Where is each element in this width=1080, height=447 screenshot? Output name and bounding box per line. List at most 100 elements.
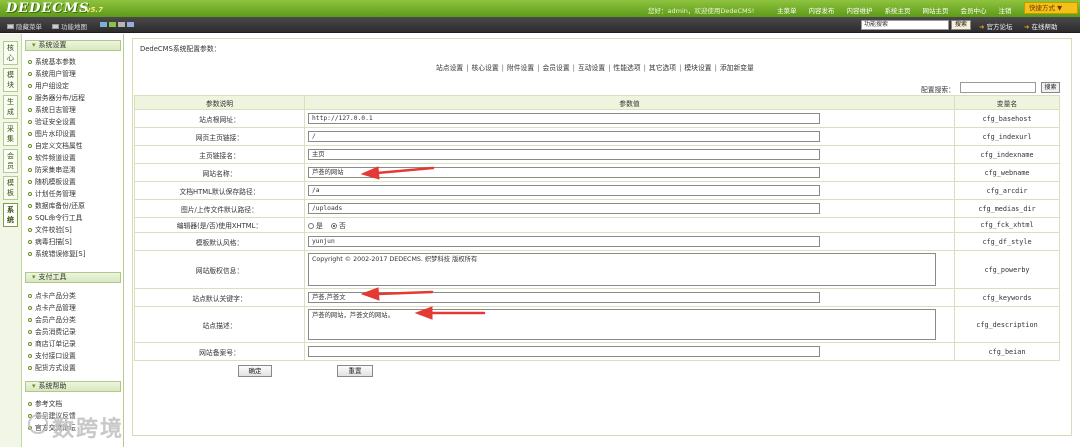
nav-member-center[interactable]: 会员中心 (955, 3, 993, 17)
skin-green-icon[interactable] (109, 22, 116, 27)
indexurl-input[interactable]: / (308, 131, 820, 142)
chevron-down-icon: ▾ (32, 41, 36, 49)
skin-lightblue-icon[interactable] (127, 22, 134, 27)
row-label: 文档HTML默认保存路径： (134, 181, 305, 200)
tab-add-variable[interactable]: 添加新变量 (720, 64, 754, 72)
arcdir-input[interactable]: /a (308, 185, 820, 196)
row-var: cfg_webname (954, 163, 1060, 182)
sidebar-item-label: 参考文档 (35, 400, 63, 408)
powerby-textarea[interactable]: Copyright © 2002-2017 DEDECMS. 织梦科技 版权所有 (308, 253, 936, 286)
vtab-module[interactable]: 模块 (3, 68, 18, 92)
tab-performance[interactable]: 性能选项 (613, 64, 640, 72)
sidebar-item[interactable]: 支付接口设置 (28, 350, 76, 360)
function-search-input[interactable]: 功能搜索 (861, 20, 949, 30)
xhtml-yes-radio[interactable] (308, 223, 314, 229)
nav-main-menu[interactable]: 主菜单 (771, 3, 803, 17)
group-payment-tools[interactable]: ▾ 支付工具 (25, 272, 121, 283)
row-var: cfg_medias_dir (954, 199, 1060, 218)
sidebar-item[interactable]: 数据库备份/还原 (28, 200, 85, 210)
tab-core[interactable]: 核心设置 (471, 64, 498, 72)
sidebar-item[interactable]: 配货方式设置 (28, 362, 76, 372)
function-map-link[interactable]: 功能地图 (52, 21, 87, 31)
sidebar-item-label: 软件频道设置 (35, 154, 76, 162)
webname-input[interactable]: 芦荟的网站 (308, 167, 820, 178)
sidebar-item[interactable]: 点卡产品管理 (28, 302, 76, 312)
bullet-icon (28, 294, 32, 298)
skin-gray-icon[interactable] (118, 22, 125, 27)
bullet-icon (28, 342, 32, 346)
vtab-generate[interactable]: 生成 (3, 95, 18, 119)
sidebar-item-label: 图片水印设置 (35, 130, 76, 138)
bullet-icon (28, 192, 32, 196)
group-system-settings[interactable]: ▾ 系统设置 (25, 40, 121, 51)
basehost-input[interactable]: http://127.0.0.1 (308, 113, 820, 124)
bullet-icon (28, 402, 32, 406)
sidebar-item[interactable]: 会员产品分类 (28, 314, 76, 324)
forum-link[interactable]: ➜ 官方论坛 (979, 21, 1012, 31)
sidebar-item[interactable]: 系统错误修复[S] (28, 248, 85, 258)
tab-site[interactable]: 站点设置 (436, 64, 463, 72)
row-label: 站点描述： (134, 306, 305, 343)
vtab-member[interactable]: 会员 (3, 149, 18, 173)
sidebar-item[interactable]: SQL命令行工具 (28, 212, 82, 222)
config-search-button[interactable]: 搜索 (1041, 82, 1060, 93)
df-style-input[interactable]: yunjun (308, 236, 820, 247)
sidebar-item[interactable]: 会员消费记录 (28, 326, 76, 336)
hide-menu-icon (7, 23, 14, 29)
skin-blue-icon[interactable] (100, 22, 107, 27)
function-search-button[interactable]: 搜索 (951, 20, 971, 30)
sidebar-item[interactable]: 防采集串混淆 (28, 164, 76, 174)
medias-dir-input[interactable]: /uploads (308, 203, 820, 214)
xhtml-no-label: 否 (338, 222, 346, 230)
config-search-label: 配置搜索： (921, 86, 955, 94)
tab-other[interactable]: 其它选项 (649, 64, 676, 72)
config-search-input[interactable] (960, 82, 1036, 93)
tab-interaction[interactable]: 互动设置 (578, 64, 605, 72)
tab-module[interactable]: 模块设置 (684, 64, 711, 72)
help-link[interactable]: ➜ 在线帮助 (1024, 21, 1057, 31)
vtab-template[interactable]: 模板 (3, 176, 18, 200)
nav-logout[interactable]: 注销 (993, 3, 1018, 17)
sidebar-item[interactable]: 软件频道设置 (28, 152, 76, 162)
arrow-icon: ➜ (979, 23, 985, 31)
xhtml-no-radio[interactable] (330, 223, 337, 229)
keywords-input[interactable]: 芦荟,芦荟文 (308, 292, 820, 303)
confirm-button[interactable]: 确定 (238, 365, 272, 377)
nav-content-publish[interactable]: 内容发布 (803, 3, 841, 17)
vtab-core[interactable]: 核心 (3, 41, 18, 65)
sidebar-item[interactable]: 验证安全设置 (28, 116, 76, 126)
sidebar-item[interactable]: 商店订单记录 (28, 338, 76, 348)
sidebar-item[interactable]: 计划任务管理 (28, 188, 76, 198)
bullet-icon (28, 180, 32, 184)
tab-member[interactable]: 会员设置 (542, 64, 569, 72)
group-system-help[interactable]: ▾ 系统帮助 (25, 381, 121, 392)
sidebar-item[interactable]: 病毒扫描[S] (28, 236, 72, 246)
tab-attachment[interactable]: 附件设置 (507, 64, 534, 72)
vtab-collect[interactable]: 采集 (3, 122, 18, 146)
sidebar-item[interactable]: 参考文档 (28, 398, 62, 408)
vtab-system[interactable]: 系统 (3, 203, 18, 227)
hide-menu-link[interactable]: 隐藏菜单 (7, 21, 42, 31)
row-label: 网站备案号： (134, 342, 305, 361)
sidebar-item[interactable]: 自定义文档属性 (28, 140, 83, 150)
sidebar-item[interactable]: 图片水印设置 (28, 128, 76, 138)
function-map-label: 功能地图 (61, 23, 87, 31)
row-var: cfg_df_style (954, 232, 1060, 251)
beian-input[interactable] (308, 346, 820, 357)
sidebar-item[interactable]: 用户组设定 (28, 80, 69, 90)
quick-menu-button[interactable]: 快捷方式 ▼ (1024, 2, 1078, 14)
nav-content-maintain[interactable]: 内容维护 (841, 3, 879, 17)
description-textarea[interactable]: 芦荟的网站，芦荟文的网站。 (308, 309, 936, 340)
reset-button[interactable]: 重置 (337, 365, 373, 377)
sidebar-item[interactable]: 服务器分布/远程 (28, 92, 85, 102)
sidebar-item[interactable]: 文件校验[S] (28, 224, 72, 234)
sidebar-item[interactable]: 系统用户管理 (28, 68, 76, 78)
indexname-input[interactable]: 主页 (308, 149, 820, 160)
sidebar-item-label: 随机模板设置 (35, 178, 76, 186)
sidebar-item[interactable]: 系统日志管理 (28, 104, 76, 114)
sidebar-item[interactable]: 系统基本参数 (28, 56, 76, 66)
nav-system-home[interactable]: 系统主页 (879, 3, 917, 17)
nav-site-home[interactable]: 网站主页 (917, 3, 955, 17)
sidebar-item[interactable]: 点卡产品分类 (28, 290, 76, 300)
sidebar-item[interactable]: 随机模板设置 (28, 176, 76, 186)
